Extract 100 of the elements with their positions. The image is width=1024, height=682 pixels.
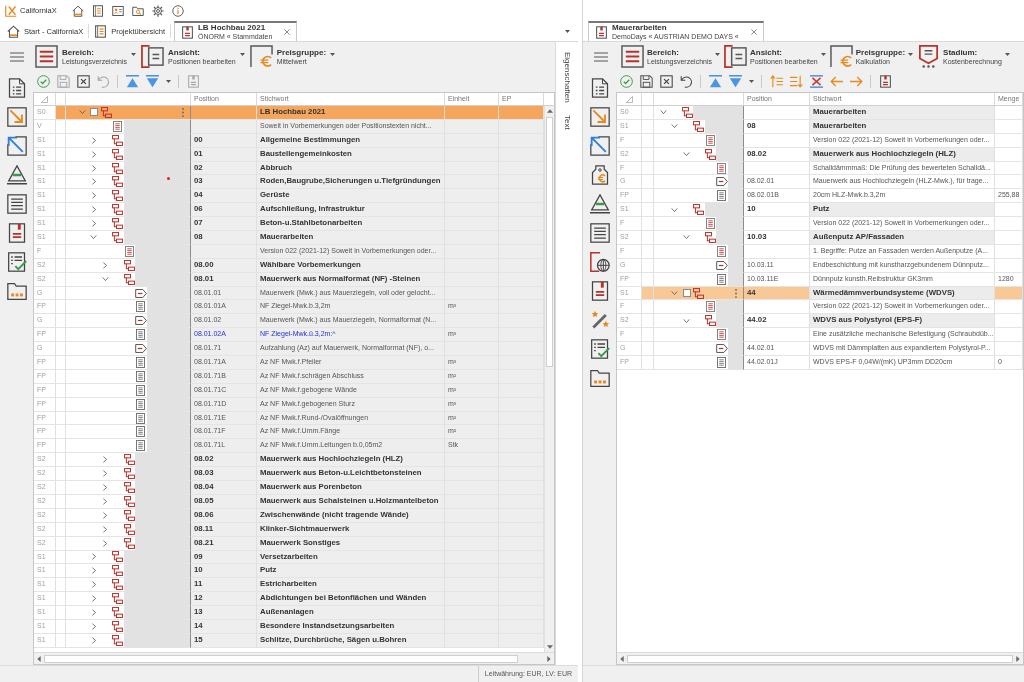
chevron-down-icon[interactable] [90,235,97,240]
save-icon[interactable] [640,75,653,88]
chevron-right-icon[interactable] [103,497,107,505]
side-tab[interactable]: Eigenschaften [562,52,572,103]
hierarchy-icon [112,593,123,605]
hierarchy-icon [112,620,123,632]
folder-search-icon[interactable] [131,4,144,17]
list-document-icon[interactable] [589,78,610,98]
chevron-right-icon[interactable] [91,164,96,172]
chevron-down-icon[interactable] [659,110,667,115]
horizontal-scrollbar[interactable] [34,652,554,664]
chevron-right-icon[interactable] [91,192,96,200]
scroll-thumb[interactable] [627,654,1013,663]
hierarchy-icon [112,134,123,146]
notebook-icon[interactable] [91,4,104,17]
chevron-right-icon[interactable] [91,136,96,144]
check-circle-icon[interactable] [620,75,633,88]
document-icon[interactable] [879,75,892,88]
settings-icon[interactable] [151,4,164,17]
vertical-scrollbar[interactable] [544,106,554,652]
chevron-right-icon[interactable] [91,150,96,158]
magic-wand-icon[interactable] [589,310,610,330]
chevron-right-icon[interactable] [103,456,107,464]
export-arrow-icon[interactable] [6,136,27,156]
scroll-left-icon[interactable] [37,655,41,662]
menu-icon[interactable] [594,51,608,62]
row-checkbox[interactable] [682,289,691,297]
chevron-down-icon[interactable] [682,152,690,157]
chevron-right-icon[interactable] [91,609,96,616]
check-circle-icon[interactable] [37,75,50,88]
chevron-right-icon[interactable] [91,220,96,228]
move-to-bottom-icon[interactable] [146,75,159,88]
chevron-right-icon[interactable] [103,470,107,478]
globe-document-icon[interactable] [589,252,610,272]
caret-icon[interactable] [166,80,171,83]
chevron-right-icon[interactable] [91,622,96,630]
folder-icon[interactable] [589,368,610,388]
chevron-right-icon[interactable] [91,553,96,561]
chevron-right-icon[interactable] [91,636,96,644]
chevron-down-icon[interactable] [101,277,109,282]
move-to-top-icon[interactable] [709,75,722,88]
triangle-icon[interactable] [625,95,633,103]
chevron-right-icon[interactable] [103,261,107,269]
text-document-icon [113,120,122,132]
cancel-icon[interactable] [77,75,90,88]
row-checkbox[interactable] [90,108,98,117]
chevron-down-icon[interactable] [78,110,86,115]
caret-icon[interactable] [565,29,570,33]
contact-card-icon[interactable] [111,4,124,17]
arrow-right-icon[interactable] [850,75,863,88]
folder-icon[interactable] [6,281,27,301]
home-icon[interactable] [71,4,84,17]
scroll-thumb[interactable] [44,654,518,663]
cancel-icon[interactable] [660,75,673,88]
arrow-left-icon[interactable] [830,75,843,88]
chevron-right-icon[interactable] [103,484,107,491]
menu-icon[interactable] [9,51,24,62]
flagged-document-icon[interactable] [589,281,610,301]
chevron-right-icon[interactable] [91,178,96,186]
scroll-right-icon[interactable] [1016,655,1020,662]
chevron-right-icon[interactable] [91,595,96,603]
pyramid-icon[interactable] [6,165,27,185]
triangle-icon[interactable] [41,95,48,103]
pyramid-icon[interactable] [589,194,610,214]
lines-box-icon[interactable] [589,223,610,243]
scroll-left-icon[interactable] [620,655,624,662]
lines-box-icon[interactable] [6,194,27,214]
outdent-icon[interactable] [790,75,803,88]
caret-icon[interactable] [749,80,754,83]
indent-icon[interactable] [770,75,783,88]
checklist-icon[interactable] [589,339,610,359]
list-document-icon[interactable] [6,78,27,98]
info-icon[interactable] [171,4,184,17]
chevron-right-icon[interactable] [103,525,107,533]
chevron-down-icon[interactable] [671,124,678,129]
chevron-right-icon[interactable] [91,206,96,214]
export-arrow-icon[interactable] [589,136,610,156]
chevron-down-icon[interactable] [671,207,678,212]
chevron-right-icon[interactable] [103,539,107,547]
undo-icon[interactable] [680,75,693,88]
close-icon[interactable] [750,29,757,35]
chevron-down-icon[interactable] [682,318,690,323]
scroll-up-icon[interactable] [546,109,553,113]
scroll-thumb[interactable] [546,117,553,367]
chevron-down-icon[interactable] [682,235,690,240]
side-tab[interactable]: Text [562,114,572,130]
flagged-document-icon[interactable] [6,223,27,243]
checklist-icon[interactable] [6,252,27,272]
delete-icon[interactable] [810,75,823,88]
scroll-down-icon[interactable] [546,645,553,649]
chevron-right-icon[interactable] [103,511,107,519]
move-to-top-icon[interactable] [126,75,139,88]
horizontal-scrollbar[interactable] [617,652,1023,664]
move-to-bottom-icon[interactable] [729,75,742,88]
close-icon[interactable] [284,29,291,35]
price-tag-icon[interactable] [589,165,610,185]
chevron-right-icon[interactable] [91,567,96,575]
chevron-right-icon[interactable] [91,581,96,589]
chevron-down-icon[interactable] [671,291,678,295]
scroll-right-icon[interactable] [547,655,551,662]
